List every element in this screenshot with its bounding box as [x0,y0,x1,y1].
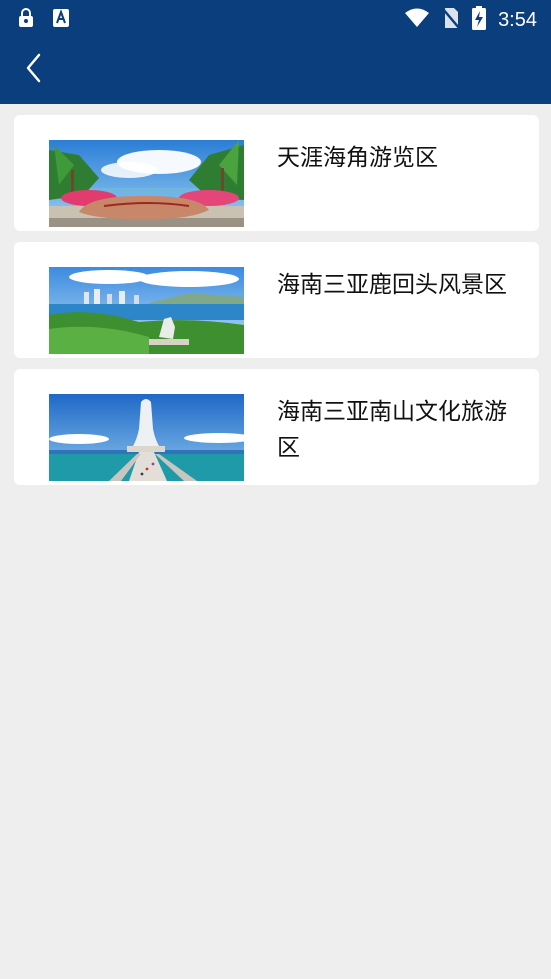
scenic-title: 海南三亚鹿回头风景区 [277,272,507,298]
lock-icon [18,8,34,32]
a-badge-icon [52,8,70,32]
list-item[interactable]: 海南三亚南山文化旅游区 [14,369,539,485]
scenic-thumbnail [49,267,244,354]
wifi-icon [404,8,430,32]
status-bar: 3:54 [0,0,551,38]
app-bar [0,38,551,104]
list-item[interactable]: 海南三亚鹿回头风景区 [14,242,539,358]
scenic-thumbnail [49,394,244,481]
back-button[interactable] [14,50,54,90]
scenic-thumbnail [49,140,244,227]
scenic-title: 海南三亚南山文化旅游区 [277,399,507,461]
list-item[interactable]: 天涯海角游览区 [14,115,539,231]
chevron-left-icon [24,53,44,87]
scenic-spot-list: 天涯海角游览区 海南三亚鹿回头风景区 海南三亚南山文化旅游区 [14,115,539,496]
status-time: 3:54 [498,9,537,31]
scenic-title: 天涯海角游览区 [277,145,438,171]
no-sim-icon [442,7,461,33]
battery-charging-icon [472,6,487,34]
